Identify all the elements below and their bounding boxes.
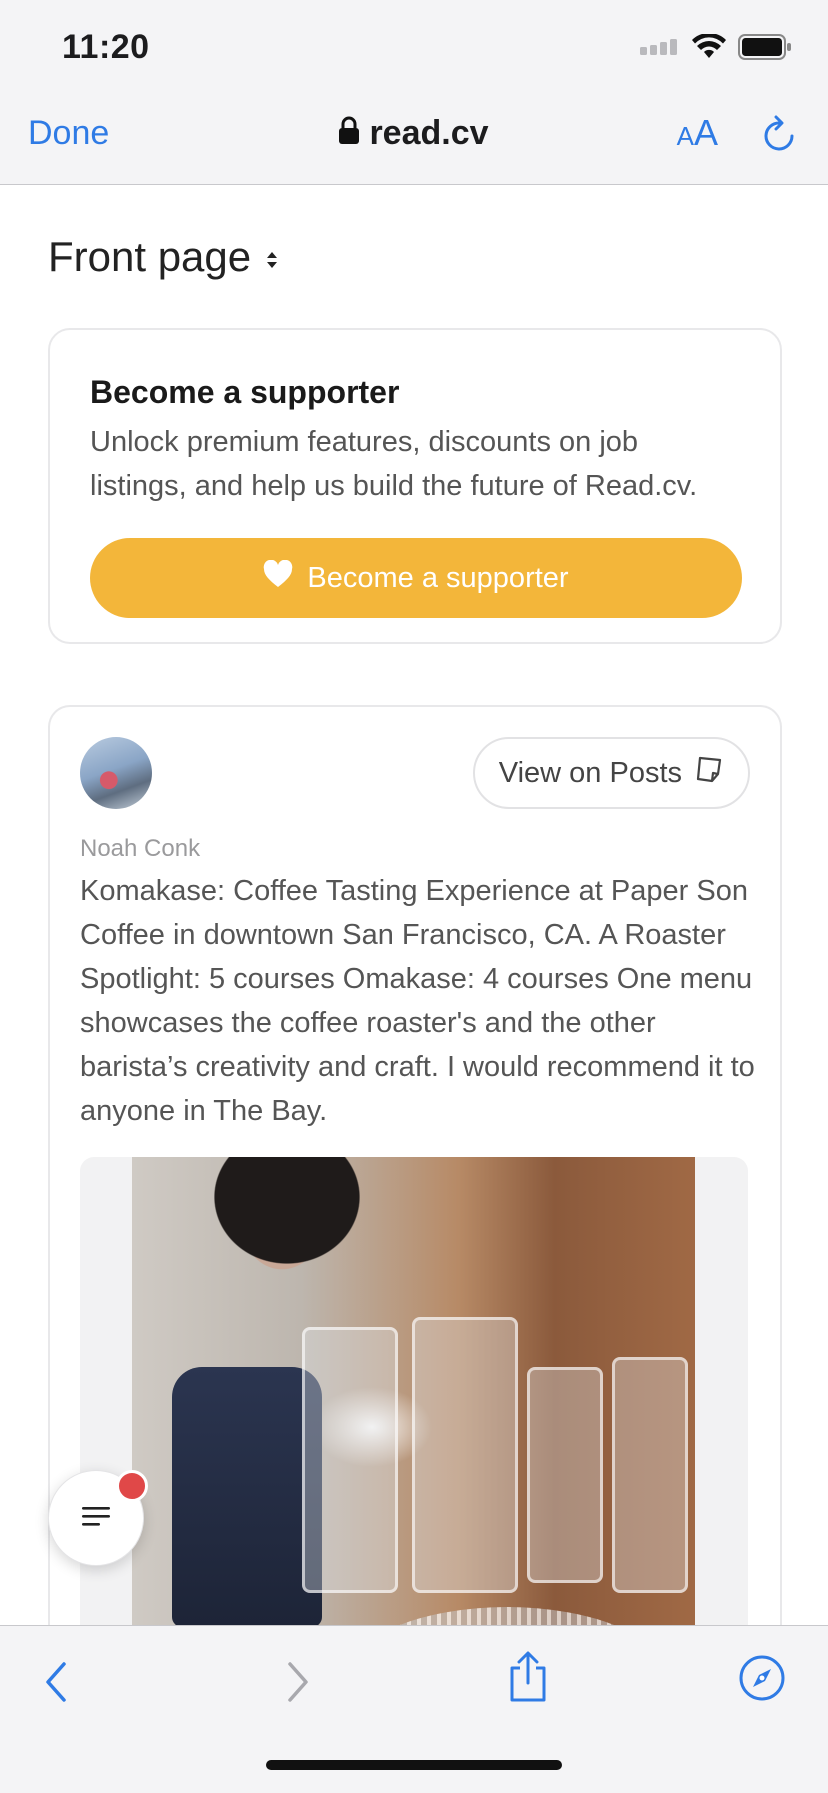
glass-shape [527,1367,603,1583]
url-text: read.cv [369,114,489,152]
share-icon[interactable] [506,1650,550,1709]
home-indicator [266,1760,562,1770]
page-content: Front page Become a supporter Unlock pre… [0,185,828,1625]
become-supporter-button[interactable]: Become a supporter [90,538,742,618]
sort-arrows-icon [265,233,279,281]
post-card: View on Posts Noah Conk Komakase: Coffee… [48,705,782,1625]
bowl-shape [347,1607,667,1625]
status-time: 11:20 [62,28,150,66]
page-title: Front page [48,233,252,280]
text-size-button[interactable]: AA [677,112,718,154]
note-icon [694,754,724,792]
back-icon[interactable] [42,1660,72,1709]
reload-icon[interactable] [762,114,798,159]
coffee-tasting-photo [132,1157,695,1625]
supporter-title: Become a supporter [90,374,400,410]
menu-lines-icon [80,1504,112,1533]
post-text: Komakase: Coffee Tasting Experience at P… [80,875,755,1127]
text-size-small-label: A [676,121,694,151]
status-icons [640,32,792,65]
battery-icon [738,34,792,65]
glass-shape [412,1317,518,1593]
become-supporter-label: Become a supporter [307,561,569,594]
kettle-shape [172,1367,322,1625]
text-size-big-label: A [693,112,718,153]
signal-icon [640,39,680,60]
page-title-selector[interactable]: Front page [48,233,279,281]
status-bar: 11:20 [0,0,828,96]
lock-icon [339,114,360,153]
browser-top-bar: Done read.cv AA [0,96,828,185]
forward-icon[interactable] [282,1660,312,1709]
glass-shape [302,1327,398,1593]
supporter-card: Become a supporter Unlock premium featur… [48,328,782,644]
post-image-container[interactable] [80,1157,748,1625]
wifi-icon [692,32,726,65]
view-on-posts-button[interactable]: View on Posts [472,737,750,809]
view-on-posts-label: View on Posts [498,756,682,789]
supporter-description: Unlock premium features, discounts on jo… [90,426,698,502]
post-author[interactable]: Noah Conk [80,835,200,863]
glass-shape [612,1357,688,1593]
notification-badge [116,1470,148,1502]
compass-icon[interactable] [738,1654,786,1707]
heart-icon [263,559,293,596]
avatar[interactable] [80,737,152,809]
